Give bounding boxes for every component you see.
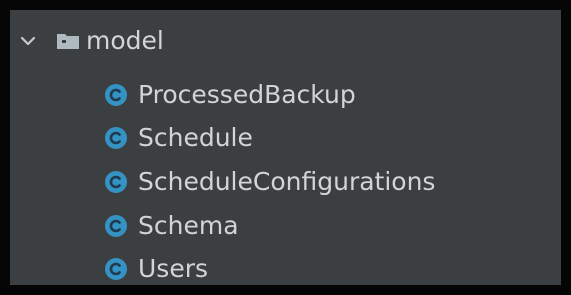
tree-item-scheduleconfigurations[interactable]: ScheduleConfigurations [104, 162, 435, 202]
tree-item-label: Schema [138, 211, 239, 240]
folder-icon [56, 31, 80, 51]
class-icon [104, 170, 128, 194]
tree-item-label: ScheduleConfigurations [138, 167, 436, 196]
class-icon [104, 83, 128, 107]
tree-item-users[interactable]: Users [104, 249, 208, 289]
tree-item-processedbackup[interactable]: ProcessedBackup [104, 75, 356, 115]
tree-item-schema[interactable]: Schema [104, 206, 239, 246]
class-icon [104, 126, 128, 150]
tree-item-schedule[interactable]: Schedule [104, 118, 253, 158]
class-icon [104, 257, 128, 281]
tree-item-label: Schedule [138, 123, 253, 152]
tree-item-label: Users [138, 254, 209, 283]
tree-item-label: ProcessedBackup [138, 80, 356, 109]
class-icon [104, 214, 128, 238]
tree-folder-label: model [86, 26, 164, 55]
tree-folder-model[interactable]: model [18, 21, 164, 61]
chevron-down-icon[interactable] [18, 31, 38, 51]
